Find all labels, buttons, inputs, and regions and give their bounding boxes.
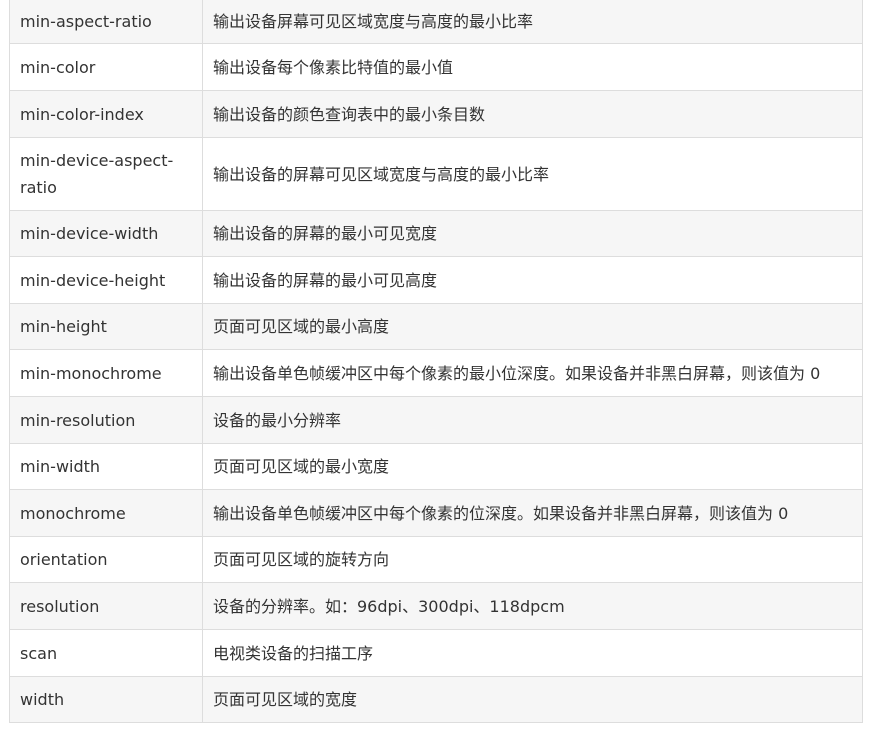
property-description-cell: 页面可见区域的旋转方向: [202, 536, 863, 583]
property-description-cell: 输出设备的颜色查询表中的最小条目数: [202, 90, 863, 138]
media-features-table: min-aspect-ratio 输出设备屏幕可见区域宽度与高度的最小比率 min-…: [9, 0, 863, 723]
table-body: min-aspect-ratio 输出设备屏幕可见区域宽度与高度的最小比率 min-…: [9, 0, 863, 723]
table-row: min-width 页面可见区域的最小宽度: [9, 443, 863, 490]
table-row: min-device-aspect-ratio 输出设备的屏幕可见区域宽度与高度的…: [9, 137, 863, 211]
property-name-cell: width: [9, 676, 203, 723]
property-description-cell: 输出设备的屏幕的最小可见高度: [202, 256, 863, 304]
property-description-cell: 输出设备的屏幕可见区域宽度与高度的最小比率: [202, 137, 863, 211]
property-name-cell: resolution: [9, 582, 203, 630]
table-row: monochrome 输出设备单色帧缓冲区中每个像素的位深度。如果设备并非黑白屏幕…: [9, 489, 863, 537]
table-row: resolution 设备的分辨率。如：96dpi、300dpi、118dpcm: [9, 582, 863, 630]
property-name-cell: monochrome: [9, 489, 203, 537]
table-row: min-color-index 输出设备的颜色查询表中的最小条目数: [9, 90, 863, 138]
property-description-cell: 页面可见区域的最小宽度: [202, 443, 863, 490]
table-row: min-aspect-ratio 输出设备屏幕可见区域宽度与高度的最小比率: [9, 0, 863, 44]
table-row: min-device-height 输出设备的屏幕的最小可见高度: [9, 256, 863, 304]
property-description-cell: 输出设备单色帧缓冲区中每个像素的位深度。如果设备并非黑白屏幕，则该值为 0: [202, 489, 863, 537]
property-name-cell: min-device-aspect-ratio: [9, 137, 203, 211]
table-row: orientation 页面可见区域的旋转方向: [9, 536, 863, 583]
property-name-cell: min-height: [9, 303, 203, 350]
property-description-cell: 输出设备单色帧缓冲区中每个像素的最小位深度。如果设备并非黑白屏幕，则该值为 0: [202, 349, 863, 397]
property-name-cell: orientation: [9, 536, 203, 583]
property-description-cell: 电视类设备的扫描工序: [202, 629, 863, 677]
property-description-cell: 设备的分辨率。如：96dpi、300dpi、118dpcm: [202, 582, 863, 630]
property-description-cell: 输出设备每个像素比特值的最小值: [202, 43, 863, 91]
table-row: min-monochrome 输出设备单色帧缓冲区中每个像素的最小位深度。如果设备…: [9, 349, 863, 397]
table-row: min-device-width 输出设备的屏幕的最小可见宽度: [9, 210, 863, 257]
property-name-cell: min-device-width: [9, 210, 203, 257]
property-name-cell: min-color: [9, 43, 203, 91]
property-name-cell: min-device-height: [9, 256, 203, 304]
property-name-cell: scan: [9, 629, 203, 677]
table-row: width 页面可见区域的宽度: [9, 676, 863, 723]
property-description-cell: 输出设备屏幕可见区域宽度与高度的最小比率: [202, 0, 863, 44]
property-description-cell: 页面可见区域的宽度: [202, 676, 863, 723]
property-name-cell: min-resolution: [9, 396, 203, 444]
property-description-cell: 页面可见区域的最小高度: [202, 303, 863, 350]
table-row: scan 电视类设备的扫描工序: [9, 629, 863, 677]
table-row: min-color 输出设备每个像素比特值的最小值: [9, 43, 863, 91]
property-description-cell: 设备的最小分辨率: [202, 396, 863, 444]
table-row: min-resolution 设备的最小分辨率: [9, 396, 863, 444]
property-name-cell: min-aspect-ratio: [9, 0, 203, 44]
media-features-table-container: min-aspect-ratio 输出设备屏幕可见区域宽度与高度的最小比率 min-…: [9, 0, 863, 723]
property-description-cell: 输出设备的屏幕的最小可见宽度: [202, 210, 863, 257]
table-row: min-height 页面可见区域的最小高度: [9, 303, 863, 350]
property-name-cell: min-monochrome: [9, 349, 203, 397]
property-name-cell: min-color-index: [9, 90, 203, 138]
property-name-cell: min-width: [9, 443, 203, 490]
